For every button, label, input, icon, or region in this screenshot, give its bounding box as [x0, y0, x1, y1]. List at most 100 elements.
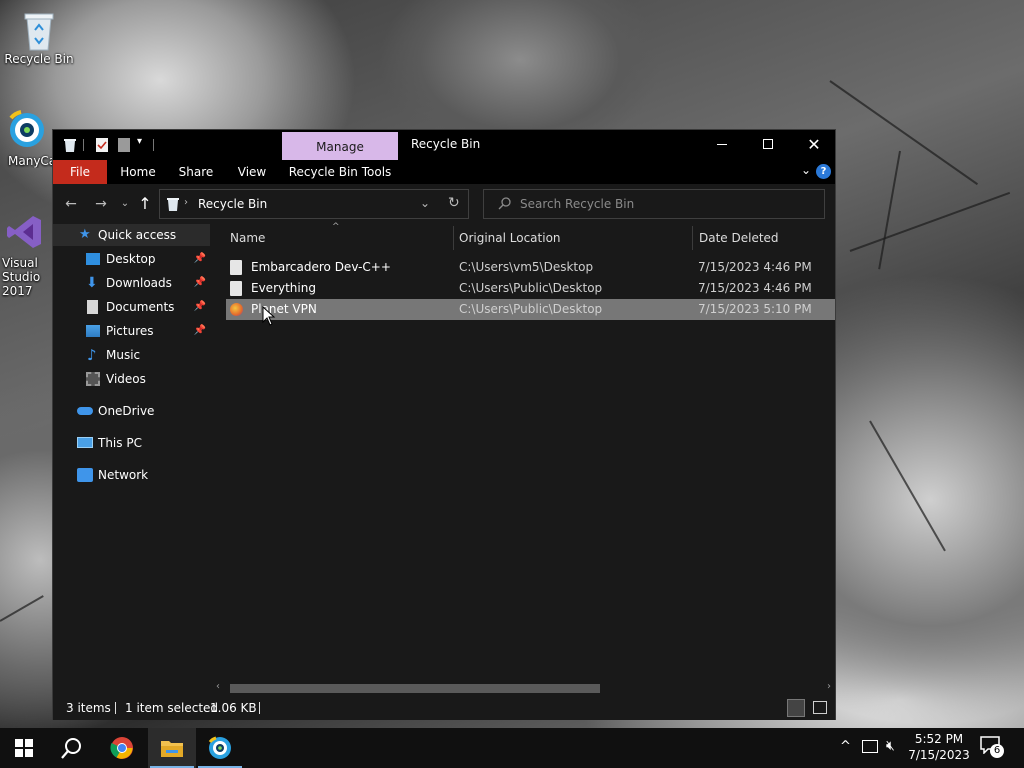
search-icon — [61, 738, 81, 759]
forward-icon[interactable]: → — [91, 194, 111, 214]
close-button[interactable]: ✕ — [791, 130, 837, 158]
navigation-pane: ★ Quick access Desktop 📌 ⬇ Downloads 📌 D… — [53, 224, 210, 696]
selection-count: 1 item selected — [125, 701, 219, 715]
desktop-icon-recycle-bin[interactable]: Recycle Bin — [1, 8, 77, 66]
manage-tab[interactable]: Manage — [282, 132, 398, 160]
file-date: 7/15/2023 4:46 PM — [698, 260, 812, 274]
sidebar-item-documents[interactable]: Documents 📌 — [53, 296, 210, 318]
sidebar-item-label: Music — [106, 348, 141, 362]
maximize-button[interactable] — [745, 130, 791, 158]
sidebar-item-onedrive[interactable]: OneDrive — [53, 400, 210, 422]
table-row[interactable]: Everything C:\Users\Public\Desktop 7/15/… — [226, 278, 835, 299]
manycam-icon — [5, 110, 45, 150]
sidebar-item-videos[interactable]: Videos — [53, 368, 210, 390]
maximize-icon — [763, 139, 773, 149]
help-icon[interactable]: ? — [816, 164, 831, 179]
item-count: 3 items — [66, 701, 111, 715]
breadcrumb[interactable]: Recycle Bin — [198, 190, 267, 218]
details-view-icon[interactable] — [787, 699, 805, 717]
scroll-left-icon[interactable]: ‹ — [216, 681, 220, 692]
file-name: Embarcadero Dev-C++ — [251, 260, 391, 274]
title-bar[interactable]: ▾ Manage Recycle Bin ✕ — [53, 130, 835, 160]
column-header-name[interactable]: Name — [230, 224, 450, 252]
column-header-date-deleted[interactable]: Date Deleted — [699, 224, 829, 252]
table-row[interactable]: Planet VPN C:\Users\Public\Desktop 7/15/… — [226, 299, 835, 320]
sidebar-item-this-pc[interactable]: This PC — [53, 432, 210, 454]
scrollbar-thumb[interactable] — [230, 684, 600, 693]
new-folder-icon[interactable] — [117, 137, 131, 153]
pictures-icon — [86, 325, 100, 337]
sidebar-item-pictures[interactable]: Pictures 📌 — [53, 320, 210, 342]
notifications-button[interactable]: 6 — [980, 736, 1006, 760]
ribbon-tabs: File Home Share View Recycle Bin Tools ⌄… — [53, 160, 835, 184]
folder-icon — [161, 741, 183, 757]
documents-icon — [87, 300, 98, 314]
sidebar-item-label: Documents — [106, 300, 175, 314]
taskbar-file-explorer[interactable] — [148, 728, 196, 768]
file-list: ^ Name Original Location Date Deleted Em… — [210, 222, 835, 696]
mouse-cursor-icon — [262, 305, 276, 329]
expand-ribbon-icon[interactable]: ⌄ — [801, 163, 811, 177]
network-icon — [77, 468, 93, 482]
desktop-icon-manycam[interactable]: ManyCam — [0, 110, 52, 168]
scroll-right-icon[interactable]: › — [827, 681, 831, 692]
tab-file[interactable]: File — [53, 160, 107, 184]
manycam-icon — [208, 736, 231, 759]
large-icons-view-icon[interactable] — [813, 701, 827, 714]
sidebar-item-downloads[interactable]: ⬇ Downloads 📌 — [53, 272, 210, 294]
windows-icon — [15, 739, 33, 757]
search-input[interactable] — [520, 194, 810, 214]
column-header-original-location[interactable]: Original Location — [459, 224, 689, 252]
column-separator[interactable] — [453, 226, 454, 250]
address-dropdown-icon[interactable]: ⌄ — [420, 196, 430, 210]
file-location: C:\Users\Public\Desktop — [459, 281, 603, 295]
search-box[interactable] — [483, 189, 825, 219]
sidebar-item-music[interactable]: ♪ Music — [53, 344, 210, 366]
start-button[interactable] — [0, 728, 48, 768]
navigation-bar: ← → ⌄ ↑ › Recycle Bin ⌄ ↻ — [53, 184, 835, 224]
download-icon: ⬇ — [86, 275, 98, 291]
tab-recycle-bin-tools[interactable]: Recycle Bin Tools — [282, 160, 398, 184]
tab-view[interactable]: View — [227, 160, 277, 184]
horizontal-scrollbar[interactable]: ‹ › — [210, 680, 835, 696]
tab-share[interactable]: Share — [171, 160, 221, 184]
sidebar-item-desktop[interactable]: Desktop 📌 — [53, 248, 210, 270]
file-name: Planet VPN — [251, 302, 317, 316]
file-name: Everything — [251, 281, 316, 295]
show-hidden-icons-icon[interactable]: ^ — [840, 739, 851, 754]
properties-icon[interactable] — [95, 137, 109, 153]
search-button[interactable] — [48, 728, 96, 768]
recycle-bin-icon — [19, 8, 59, 51]
sidebar-item-quick-access[interactable]: ★ Quick access — [53, 224, 210, 246]
refresh-icon[interactable]: ↻ — [448, 195, 460, 211]
separator — [259, 702, 260, 714]
customize-quick-access-icon[interactable]: ▾ — [137, 136, 142, 147]
table-row[interactable]: Embarcadero Dev-C++ C:\Users\vm5\Desktop… — [226, 257, 835, 278]
window-title: Recycle Bin — [411, 137, 481, 151]
pin-icon: 📌 — [193, 301, 206, 312]
clock[interactable]: 5:52 PM 7/15/2023 — [904, 731, 974, 763]
file-date: 7/15/2023 4:46 PM — [698, 281, 812, 295]
music-icon: ♪ — [87, 346, 97, 364]
taskbar-chrome[interactable] — [98, 728, 146, 768]
minimize-button[interactable] — [699, 130, 745, 158]
column-separator[interactable] — [692, 226, 693, 250]
desktop-folder-icon — [86, 253, 100, 265]
back-icon[interactable]: ← — [61, 194, 81, 214]
desktop-icon-label: Recycle Bin — [4, 52, 74, 66]
recycle-bin-small-icon — [166, 196, 180, 215]
separator — [115, 702, 116, 714]
recent-locations-icon[interactable]: ⌄ — [115, 194, 135, 214]
clock-date: 7/15/2023 — [908, 748, 970, 762]
taskbar-manycam[interactable] — [196, 728, 244, 768]
address-bar[interactable]: › Recycle Bin ⌄ ↻ — [159, 189, 469, 219]
sidebar-item-label: Desktop — [106, 252, 156, 266]
desktop-icon-visual-studio[interactable]: Visual Studio 2017 — [0, 212, 52, 298]
sidebar-item-label: Pictures — [106, 324, 154, 338]
sidebar-item-network[interactable]: Network — [53, 464, 210, 486]
desktop-icon-label: Visual Studio 2017 — [2, 256, 41, 298]
up-icon[interactable]: ↑ — [135, 194, 155, 214]
tab-home[interactable]: Home — [113, 160, 163, 184]
network-tray-icon[interactable] — [862, 740, 878, 753]
volume-muted-icon[interactable]: 🔇︎ — [886, 738, 895, 754]
